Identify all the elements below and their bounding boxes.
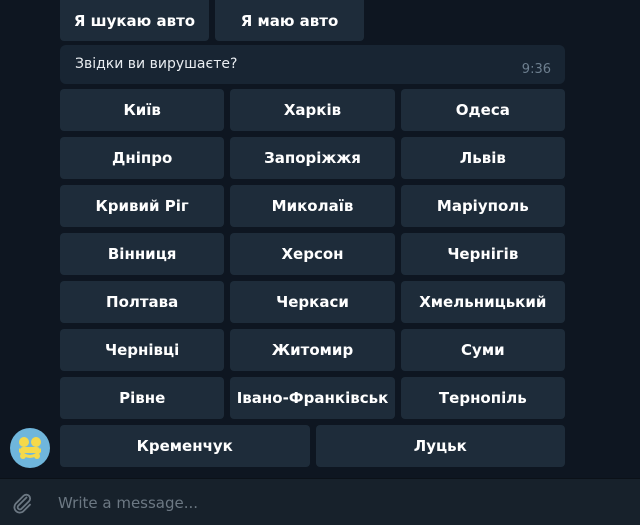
city-button[interactable]: Дніпро [60, 137, 225, 179]
city-button[interactable]: Черкаси [230, 281, 395, 323]
button-label: Я маю авто [240, 11, 339, 30]
city-button[interactable]: Луцьк [315, 425, 565, 467]
message-text: Звідки ви вирушаєте? [75, 56, 238, 72]
i-seek-car-button[interactable]: Я шукаю авто [60, 0, 267, 41]
city-button[interactable]: Одеса [400, 89, 565, 131]
city-button[interactable]: Львів [400, 137, 565, 179]
city-button[interactable]: Рівне [60, 377, 225, 419]
city-button[interactable]: Чернівці [60, 329, 225, 371]
city-button[interactable]: Полтава [60, 281, 225, 323]
city-button[interactable]: Івано-Франківськ [230, 377, 395, 419]
city-button[interactable]: Харків [230, 89, 395, 131]
city-button[interactable]: Миколаїв [230, 185, 395, 227]
city-button[interactable]: Суми [400, 329, 565, 371]
smiley-icon [19, 437, 41, 459]
city-button[interactable]: Чернігів [400, 233, 565, 275]
message-composer [0, 478, 640, 525]
message-input[interactable] [56, 487, 620, 519]
city-button[interactable]: Херсон [230, 233, 395, 275]
city-button[interactable]: Житомир [230, 329, 395, 371]
button-label: Я шукаю авто [73, 11, 196, 30]
city-button[interactable]: Хмельницький [400, 281, 565, 323]
city-button[interactable]: Кривий Ріг [60, 185, 225, 227]
chat-area: Я шукаю авто Я маю авто Звідки ви вируша… [0, 0, 640, 478]
i-have-car-button[interactable]: Я маю авто [215, 0, 364, 41]
city-button[interactable]: Маріуполь [400, 185, 565, 227]
message-bubble: Звідки ви вирушаєте? 9:36 [60, 45, 565, 84]
city-button[interactable]: Вінниця [60, 233, 225, 275]
bot-avatar[interactable] [10, 428, 50, 468]
city-button[interactable]: Київ [60, 89, 225, 131]
city-button[interactable]: Тернопіль [400, 377, 565, 419]
message-time: 9:36 [521, 62, 551, 77]
city-button[interactable]: Кременчук [60, 425, 310, 467]
paperclip-icon[interactable] [10, 491, 34, 515]
city-button[interactable]: Запоріжжя [230, 137, 395, 179]
